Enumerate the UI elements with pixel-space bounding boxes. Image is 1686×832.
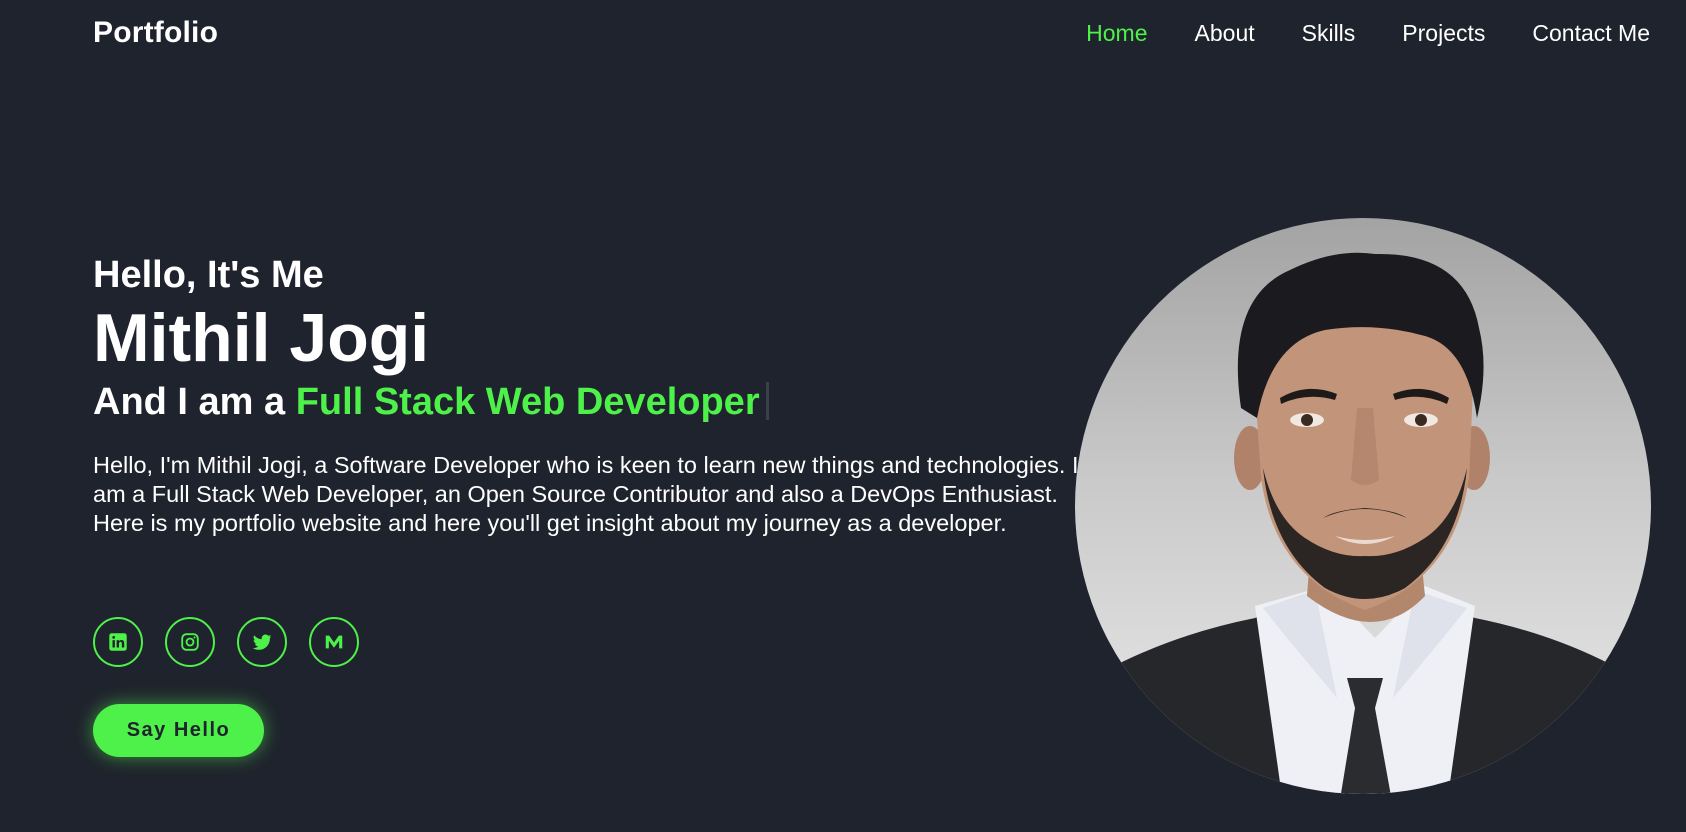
site-header: Portfolio Home About Skills Projects Con… <box>0 0 1686 68</box>
nav-link-projects[interactable]: Projects <box>1402 19 1485 47</box>
hero-intro: Hello, It's Me Mithil Jogi And I am a Fu… <box>93 252 1078 562</box>
say-hello-button[interactable]: Say Hello <box>93 704 264 757</box>
hero-role-highlight: Full Stack Web Developer <box>295 381 760 423</box>
nav-link-skills[interactable]: Skills <box>1302 19 1356 47</box>
main-nav: Home About Skills Projects Contact Me <box>1086 19 1650 47</box>
linkedin-link[interactable] <box>93 617 143 667</box>
nav-link-about[interactable]: About <box>1195 19 1255 47</box>
typing-cursor <box>765 382 769 420</box>
hero-role: And I am a Full Stack Web Developer <box>93 377 1073 427</box>
medium-icon <box>323 631 345 653</box>
linkedin-icon <box>107 631 129 653</box>
instagram-icon <box>179 631 201 653</box>
medium-link[interactable] <box>309 617 359 667</box>
hero-role-prefix: And I am a <box>93 381 296 423</box>
nav-link-contact[interactable]: Contact Me <box>1532 19 1650 47</box>
instagram-link[interactable] <box>165 617 215 667</box>
twitter-link[interactable] <box>237 617 287 667</box>
hero-description: Hello, I'm Mithil Jogi, a Software Devel… <box>93 452 1079 536</box>
profile-photo <box>1075 218 1651 794</box>
profile-photo-illustration <box>1075 252 1651 794</box>
hero-name: Mithil Jogi <box>93 300 430 376</box>
twitter-icon <box>251 631 273 653</box>
nav-link-home[interactable]: Home <box>1086 19 1147 47</box>
hero-greeting: Hello, It's Me <box>93 254 324 296</box>
site-logo[interactable]: Portfolio <box>93 16 218 50</box>
social-links <box>93 617 359 667</box>
